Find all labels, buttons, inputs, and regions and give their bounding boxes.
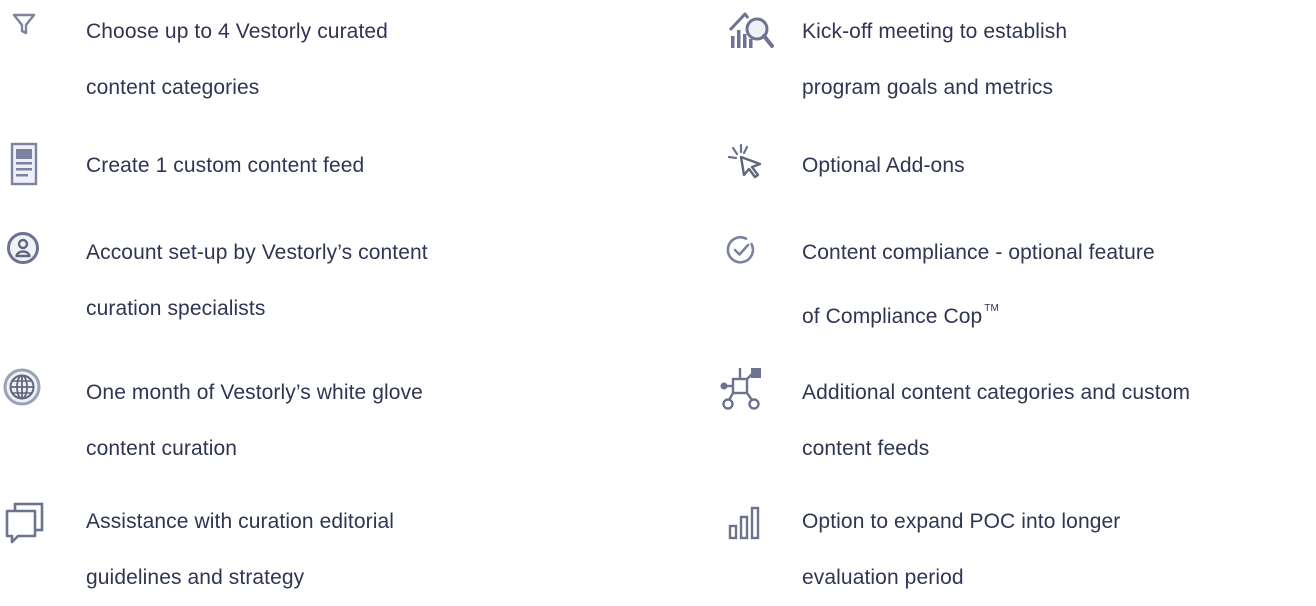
list-item-text: One month of Vestorly’s white glove cont… — [86, 381, 423, 460]
chat-bubble-icon — [4, 502, 44, 544]
list-item-text: Kick-off meeting to establish program go… — [802, 20, 1068, 99]
list-item-text: Option to expand POC into longer evaluat… — [802, 510, 1121, 589]
user-circle-icon — [6, 231, 40, 265]
cursor-click-icon — [728, 144, 764, 180]
list-item-text: Choose up to 4 Vestorly curated content … — [86, 20, 388, 99]
list-item-text: Optional Add-ons — [802, 154, 965, 177]
network-nodes-icon — [720, 367, 764, 411]
analytics-magnifier-icon — [728, 10, 774, 50]
list-item-text: Account set-up by Vestorly’s content cur… — [86, 241, 428, 320]
bar-chart-icon — [728, 506, 762, 540]
newspaper-icon — [10, 142, 38, 186]
list-item-text: Content compliance - optional feature of… — [802, 241, 1155, 328]
check-circle-icon — [726, 235, 756, 265]
list-item-text: Create 1 custom content feed — [86, 154, 365, 177]
list-item-text: Assistance with curation editorial guide… — [86, 510, 395, 589]
globe-icon — [2, 367, 42, 407]
trademark-mark: TM — [984, 303, 999, 314]
funnel-icon — [12, 12, 36, 36]
list-item-text: Additional content categories and custom… — [802, 381, 1191, 460]
